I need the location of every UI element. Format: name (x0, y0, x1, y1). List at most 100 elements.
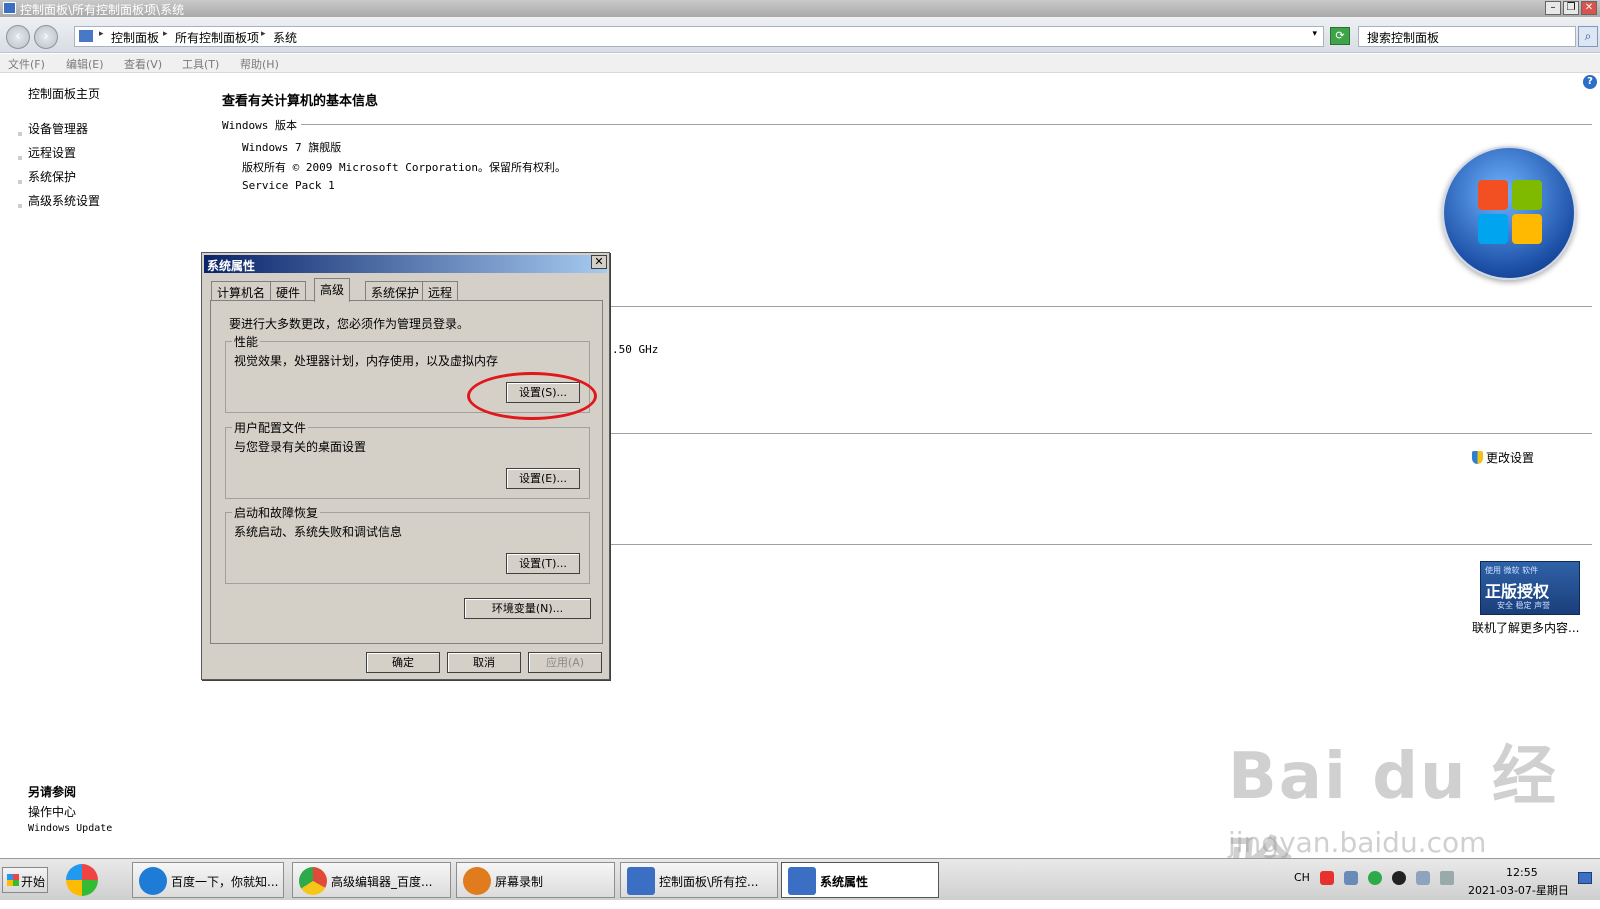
display-tray-icon[interactable] (1416, 871, 1430, 885)
tab-remote[interactable]: 远程 (422, 281, 459, 301)
security-tray-icon[interactable] (1368, 871, 1382, 885)
search-icon[interactable]: ⌕ (1578, 26, 1598, 47)
device-manager-link[interactable]: 设备管理器 (28, 120, 88, 137)
logo-flag-yellow (1512, 214, 1542, 244)
control-panel-icon (627, 867, 655, 895)
windows-logo (1442, 146, 1576, 280)
taskbar-item-control-panel[interactable]: 控制面板\所有控... (620, 862, 778, 898)
section-divider (610, 544, 1592, 545)
system-properties-dialog: 系统属性 ✕ 计算机名 硬件 高级 系统保护 远程 要进行大多数更改，您必须作为… (201, 252, 610, 680)
group-title: 性能 (232, 333, 261, 350)
shield-icon (18, 132, 22, 136)
shield-icon (18, 156, 22, 160)
back-button[interactable]: ‹ (6, 25, 30, 49)
input-language[interactable]: CH (1294, 871, 1310, 884)
close-button[interactable]: ✕ (1581, 1, 1597, 15)
section-divider (610, 433, 1592, 434)
clock-time[interactable]: 12:55 (1506, 866, 1538, 879)
processor-speed-text: .50 GHz (612, 343, 659, 356)
tab-hardware[interactable]: 硬件 (270, 281, 307, 301)
control-panel-icon (79, 30, 93, 42)
ie-icon (139, 867, 167, 895)
windows-start-icon (7, 874, 19, 886)
performance-settings-button[interactable]: 设置(S)... (506, 382, 580, 403)
group-description: 系统启动、系统失败和调试信息 (234, 525, 403, 539)
group-description: 与您登录有关的桌面设置 (234, 440, 367, 454)
user-profiles-settings-button[interactable]: 设置(E)... (506, 468, 580, 489)
breadcrumb-all-items[interactable]: 所有控制面板项 (175, 29, 259, 46)
menu-tools[interactable]: 工具(T) (182, 56, 219, 72)
quick-launch-icon[interactable] (66, 864, 98, 896)
logo-flag-red (1478, 180, 1508, 210)
group-title: 用户配置文件 (232, 419, 309, 436)
taskbar-item-editor[interactable]: 高级编辑器_百度... (292, 862, 451, 898)
section-divider (610, 306, 1592, 307)
qq-icon[interactable] (1392, 871, 1406, 885)
help-icon[interactable]: ? (1583, 75, 1597, 89)
group-description: 视觉效果，处理器计划，内存使用，以及虚拟内存 (234, 354, 499, 368)
see-also-heading: 另请参阅 (28, 785, 77, 799)
clock-date[interactable]: 2021-03-07-星期日 (1468, 882, 1569, 898)
genuine-software-badge[interactable]: 使用 微软 软件 正版授权 安全 稳定 声誉 (1480, 561, 1580, 615)
control-panel-home-link[interactable]: 控制面板主页 (28, 85, 100, 102)
system-protection-link[interactable]: 系统保护 (28, 168, 76, 185)
dialog-title: 系统属性 (204, 255, 607, 273)
apply-button[interactable]: 应用(A) (528, 652, 602, 673)
minimize-button[interactable]: – (1545, 1, 1561, 15)
system-properties-icon (788, 867, 816, 895)
baidu-watermark-url: jingyan.baidu.com (1228, 826, 1487, 859)
action-center-link[interactable]: 操作中心 (28, 803, 76, 820)
admin-note: 要进行大多数更改，您必须作为管理员登录。 (229, 317, 470, 331)
shield-icon (18, 180, 22, 184)
control-panel-icon (3, 2, 16, 14)
menu-edit[interactable]: 编辑(E) (66, 56, 104, 72)
forward-button[interactable]: › (34, 25, 58, 49)
recorder-icon (463, 867, 491, 895)
taskbar-item-system-properties[interactable]: 系统属性 (781, 862, 939, 898)
volume-icon[interactable] (1440, 871, 1454, 885)
refresh-button[interactable]: ⟳ (1330, 27, 1350, 45)
service-pack-text: Service Pack 1 (242, 179, 335, 192)
change-settings-link[interactable]: 更改设置 (1486, 449, 1534, 466)
group-title: 启动和故障恢复 (232, 504, 321, 521)
sogou-icon[interactable] (1320, 871, 1334, 885)
search-input[interactable]: 搜索控制面板 (1358, 26, 1576, 47)
chevron-down-icon[interactable]: ▾ (1312, 29, 1317, 39)
remote-settings-link[interactable]: 远程设置 (28, 144, 76, 161)
windows-edition-heading: Windows 版本 (222, 117, 301, 133)
startup-recovery-group: 启动和故障恢复 系统启动、系统失败和调试信息 设置(T)... (225, 504, 590, 584)
logo-flag-green (1512, 180, 1542, 210)
taskbar-item-ie[interactable]: 百度一下，你就知... (132, 862, 284, 898)
ok-button[interactable]: 确定 (366, 652, 440, 673)
breadcrumb[interactable]: ▸ 控制面板 ▸ 所有控制面板项 ▸ 系统 ▾ (74, 26, 1324, 47)
user-profiles-group: 用户配置文件 与您登录有关的桌面设置 设置(E)... (225, 419, 590, 499)
breadcrumb-system[interactable]: 系统 (273, 29, 297, 46)
network-tray-icon[interactable] (1344, 871, 1358, 885)
learn-more-link[interactable]: 联机了解更多内容... (1472, 619, 1579, 636)
tab-system-protection[interactable]: 系统保护 (365, 281, 426, 301)
tab-advanced[interactable]: 高级 (314, 278, 351, 302)
uac-shield-icon (1472, 451, 1483, 464)
cancel-button[interactable]: 取消 (447, 652, 521, 673)
dialog-close-button[interactable]: ✕ (591, 255, 607, 269)
copyright-text: 版权所有 © 2009 Microsoft Corporation。保留所有权利… (242, 161, 567, 174)
tab-panel-advanced: 要进行大多数更改，您必须作为管理员登录。 性能 视觉效果，处理器计划，内存使用，… (210, 300, 603, 644)
windows-update-link[interactable]: Windows Update (28, 823, 112, 834)
show-desktop-button[interactable] (1578, 872, 1592, 884)
taskbar-item-recorder[interactable]: 屏幕录制 (456, 862, 615, 898)
tab-computer-name[interactable]: 计算机名 (211, 281, 272, 301)
advanced-system-settings-link[interactable]: 高级系统设置 (28, 192, 100, 209)
menu-bar: 文件(F) 编辑(E) 查看(V) 工具(T) 帮助(H) (0, 54, 1600, 73)
maximize-button[interactable]: ❐ (1563, 1, 1579, 15)
start-button[interactable]: 开始 (2, 867, 48, 893)
page-title: 查看有关计算机的基本信息 (222, 94, 379, 109)
taskbar: 开始 百度一下，你就知... 高级编辑器_百度... 屏幕录制 控制面板\所有控… (0, 858, 1600, 900)
menu-view[interactable]: 查看(V) (124, 56, 162, 72)
breadcrumb-control-panel[interactable]: 控制面板 (111, 29, 159, 46)
menu-help[interactable]: 帮助(H) (240, 56, 279, 72)
address-bar: ‹ › ▸ 控制面板 ▸ 所有控制面板项 ▸ 系统 ▾ ⟳ 搜索控制面板 ⌕ (0, 17, 1600, 53)
windows-edition-value: Windows 7 旗舰版 (242, 141, 342, 154)
environment-variables-button[interactable]: 环境变量(N)... (464, 598, 591, 619)
menu-file[interactable]: 文件(F) (8, 56, 45, 72)
startup-recovery-settings-button[interactable]: 设置(T)... (506, 553, 580, 574)
